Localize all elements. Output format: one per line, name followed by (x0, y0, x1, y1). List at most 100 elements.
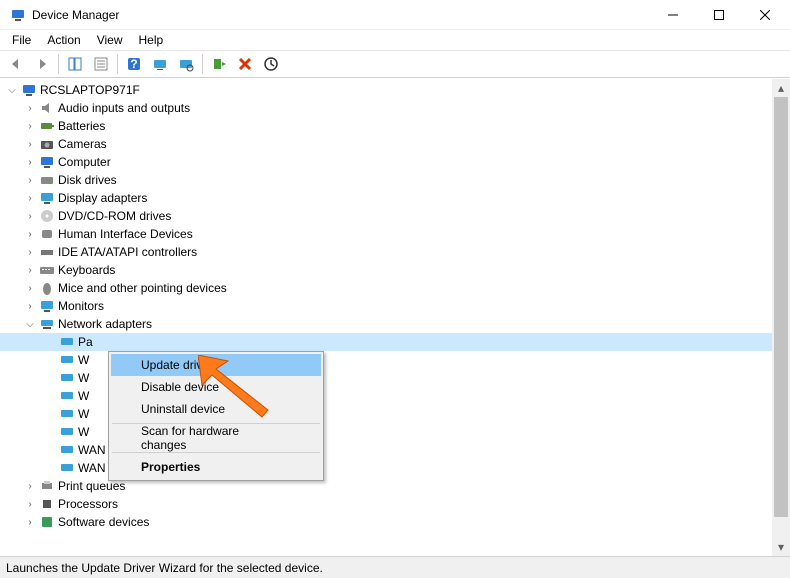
menu-item-label: Update driver (141, 358, 213, 372)
toolbar: ? (0, 50, 790, 78)
monitor-icon (38, 298, 56, 314)
device-label: W (76, 371, 89, 385)
printer-icon (38, 478, 56, 494)
menu-uninstall-device[interactable]: Uninstall device (111, 398, 321, 420)
tree-category-network[interactable]: ⌵ Network adapters (0, 315, 772, 333)
app-icon (10, 7, 26, 23)
expand-icon[interactable]: › (22, 121, 38, 132)
category-label: Monitors (56, 299, 104, 313)
menu-item-label: Scan for hardware changes (141, 424, 285, 452)
tree-category[interactable]: › Mice and other pointing devices (0, 279, 772, 297)
menu-item-label: Disable device (141, 380, 219, 394)
tree-category[interactable]: ›Cameras (0, 135, 772, 153)
help-button[interactable]: ? (122, 52, 146, 76)
svg-text:?: ? (130, 57, 137, 71)
tree-category[interactable]: ›Processors (0, 495, 772, 513)
cpu-icon (38, 496, 56, 512)
menu-properties[interactable]: Properties (111, 456, 321, 478)
properties-button[interactable] (89, 52, 113, 76)
menu-item-label: Uninstall device (141, 402, 225, 416)
device-tree[interactable]: ⌵ RCSLAPTOP971F ›Audio inputs and output… (0, 79, 772, 556)
category-label: Print queues (56, 479, 125, 493)
scroll-up-icon[interactable]: ▴ (772, 79, 790, 97)
tree-category[interactable]: ›Audio inputs and outputs (0, 99, 772, 117)
collapse-icon[interactable]: ⌵ (22, 319, 38, 330)
vertical-scrollbar[interactable]: ▴ ▾ (772, 79, 790, 556)
menu-action[interactable]: Action (39, 31, 88, 49)
category-label: Display adapters (56, 191, 147, 205)
maximize-button[interactable] (696, 0, 742, 30)
tree-device-selected[interactable]: Pa (0, 333, 772, 351)
tree-category[interactable]: › Disk drives (0, 171, 772, 189)
disk-icon (38, 172, 56, 188)
audio-icon (38, 100, 56, 116)
category-label: Network adapters (56, 317, 152, 331)
scan-hardware-button[interactable] (174, 52, 198, 76)
dvd-icon (38, 208, 56, 224)
expand-icon[interactable]: › (22, 517, 38, 528)
expand-icon[interactable]: › (22, 211, 38, 222)
disable-device-button[interactable] (259, 52, 283, 76)
hid-icon (38, 226, 56, 242)
category-label: Human Interface Devices (56, 227, 193, 241)
menu-update-driver[interactable]: Update driver (111, 354, 321, 376)
tree-category[interactable]: › Batteries (0, 117, 772, 135)
uninstall-device-button[interactable] (233, 52, 257, 76)
show-hide-tree-button[interactable] (63, 52, 87, 76)
expand-icon[interactable]: › (22, 283, 38, 294)
category-label: Disk drives (56, 173, 117, 187)
status-bar: Launches the Update Driver Wizard for th… (0, 556, 790, 578)
computer-icon (38, 154, 56, 170)
forward-button[interactable] (30, 52, 54, 76)
device-label: W (76, 425, 89, 439)
category-label: Batteries (56, 119, 105, 133)
expand-icon[interactable]: › (22, 103, 38, 114)
scrollbar-thumb[interactable] (774, 97, 788, 517)
tree-category[interactable]: ›Computer (0, 153, 772, 171)
tree-category[interactable]: › Software devices (0, 513, 772, 531)
tree-category[interactable]: › Human Interface Devices (0, 225, 772, 243)
netcard-icon (58, 406, 76, 422)
expand-icon[interactable]: › (22, 229, 38, 240)
menu-view[interactable]: View (89, 31, 131, 49)
menu-disable-device[interactable]: Disable device (111, 376, 321, 398)
back-button[interactable] (4, 52, 28, 76)
network-icon (38, 316, 56, 332)
expand-icon[interactable]: › (22, 139, 38, 150)
category-label: Software devices (56, 515, 149, 529)
update-driver-tool-button[interactable] (148, 52, 172, 76)
content-pane: ⌵ RCSLAPTOP971F ›Audio inputs and output… (0, 78, 790, 556)
menu-scan-hardware[interactable]: Scan for hardware changes (111, 427, 321, 449)
close-button[interactable] (742, 0, 788, 30)
tree-root[interactable]: ⌵ RCSLAPTOP971F (0, 81, 772, 99)
expand-icon[interactable]: › (22, 481, 38, 492)
expand-icon[interactable]: › (22, 157, 38, 168)
collapse-icon[interactable]: ⌵ (4, 85, 20, 96)
expand-icon[interactable]: › (22, 247, 38, 258)
tree-root-label: RCSLAPTOP971F (38, 83, 140, 97)
netcard-icon (58, 424, 76, 440)
device-label: W (76, 407, 89, 421)
expand-icon[interactable]: › (22, 301, 38, 312)
expand-icon[interactable]: › (22, 265, 38, 276)
display-icon (38, 190, 56, 206)
tree-category[interactable]: ›Keyboards (0, 261, 772, 279)
device-label: Pa (76, 335, 93, 349)
tree-category[interactable]: › Display adapters (0, 189, 772, 207)
menu-help[interactable]: Help (131, 31, 172, 49)
category-label: Mice and other pointing devices (56, 281, 227, 295)
menu-file[interactable]: File (4, 31, 39, 49)
tree-category[interactable]: ›DVD/CD-ROM drives (0, 207, 772, 225)
minimize-button[interactable] (650, 0, 696, 30)
tree-category[interactable]: ›IDE ATA/ATAPI controllers (0, 243, 772, 261)
tree-category[interactable]: › Monitors (0, 297, 772, 315)
netcard-icon (58, 370, 76, 386)
enable-device-button[interactable] (207, 52, 231, 76)
battery-icon (38, 118, 56, 134)
expand-icon[interactable]: › (22, 193, 38, 204)
scroll-down-icon[interactable]: ▾ (772, 538, 790, 556)
expand-icon[interactable]: › (22, 175, 38, 186)
camera-icon (38, 136, 56, 152)
netcard-icon (58, 442, 76, 458)
expand-icon[interactable]: › (22, 499, 38, 510)
